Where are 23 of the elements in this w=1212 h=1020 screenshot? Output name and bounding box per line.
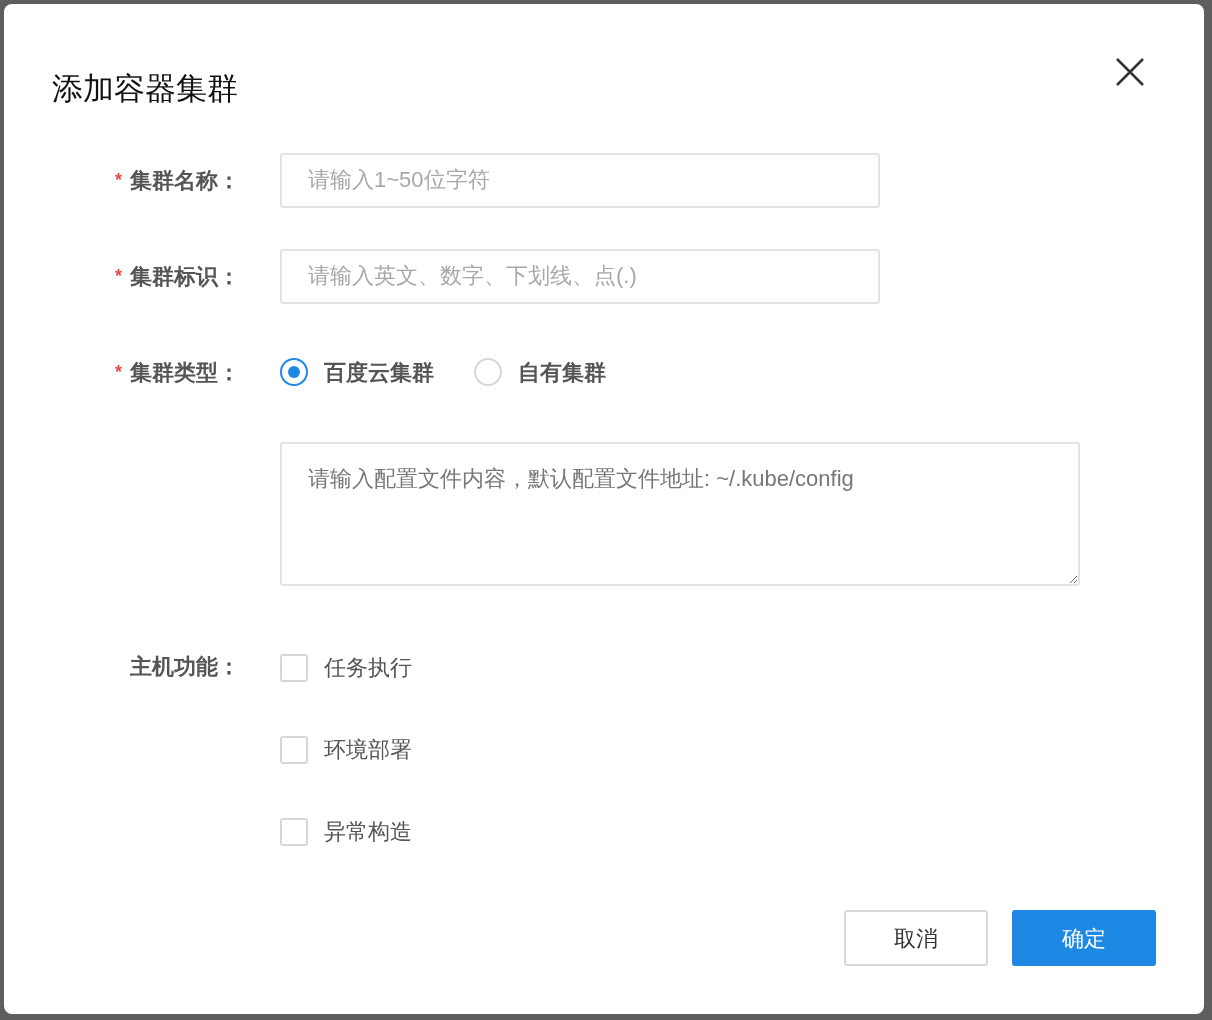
close-icon: [1115, 57, 1145, 88]
confirm-button[interactable]: 确定: [1012, 910, 1156, 966]
field-label: 集群类型：: [130, 358, 240, 387]
checkbox[interactable]: [280, 817, 308, 846]
cancel-button[interactable]: 取消: [844, 910, 988, 966]
required-mark: *: [115, 168, 122, 192]
field-label: 主机功能：: [130, 652, 240, 681]
checkbox[interactable]: [280, 653, 308, 682]
field-label: 集群名称：: [130, 166, 240, 195]
field-label: 集群标识：: [130, 262, 240, 291]
required-mark: *: [115, 360, 122, 384]
radio-button[interactable]: [280, 358, 308, 386]
radio-label: 百度云集群: [324, 358, 434, 387]
dialog-title: 添加容器集群: [52, 70, 238, 108]
required-mark: *: [115, 264, 122, 288]
config-text-area[interactable]: 请输入配置文件内容，默认配置文件地址: ~/.kube/config: [280, 441, 1080, 586]
checkbox-label: 异常构造: [324, 818, 412, 846]
text-input-field[interactable]: 请输入1~50位字符: [280, 152, 880, 208]
radio-label: 自有集群: [518, 358, 606, 387]
checkbox-label: 任务执行: [324, 654, 412, 682]
text-input-field[interactable]: 请输入英文、数字、下划线、点(.): [280, 248, 880, 304]
checkbox-label: 环境部署: [324, 736, 412, 764]
checkbox[interactable]: [280, 735, 308, 764]
